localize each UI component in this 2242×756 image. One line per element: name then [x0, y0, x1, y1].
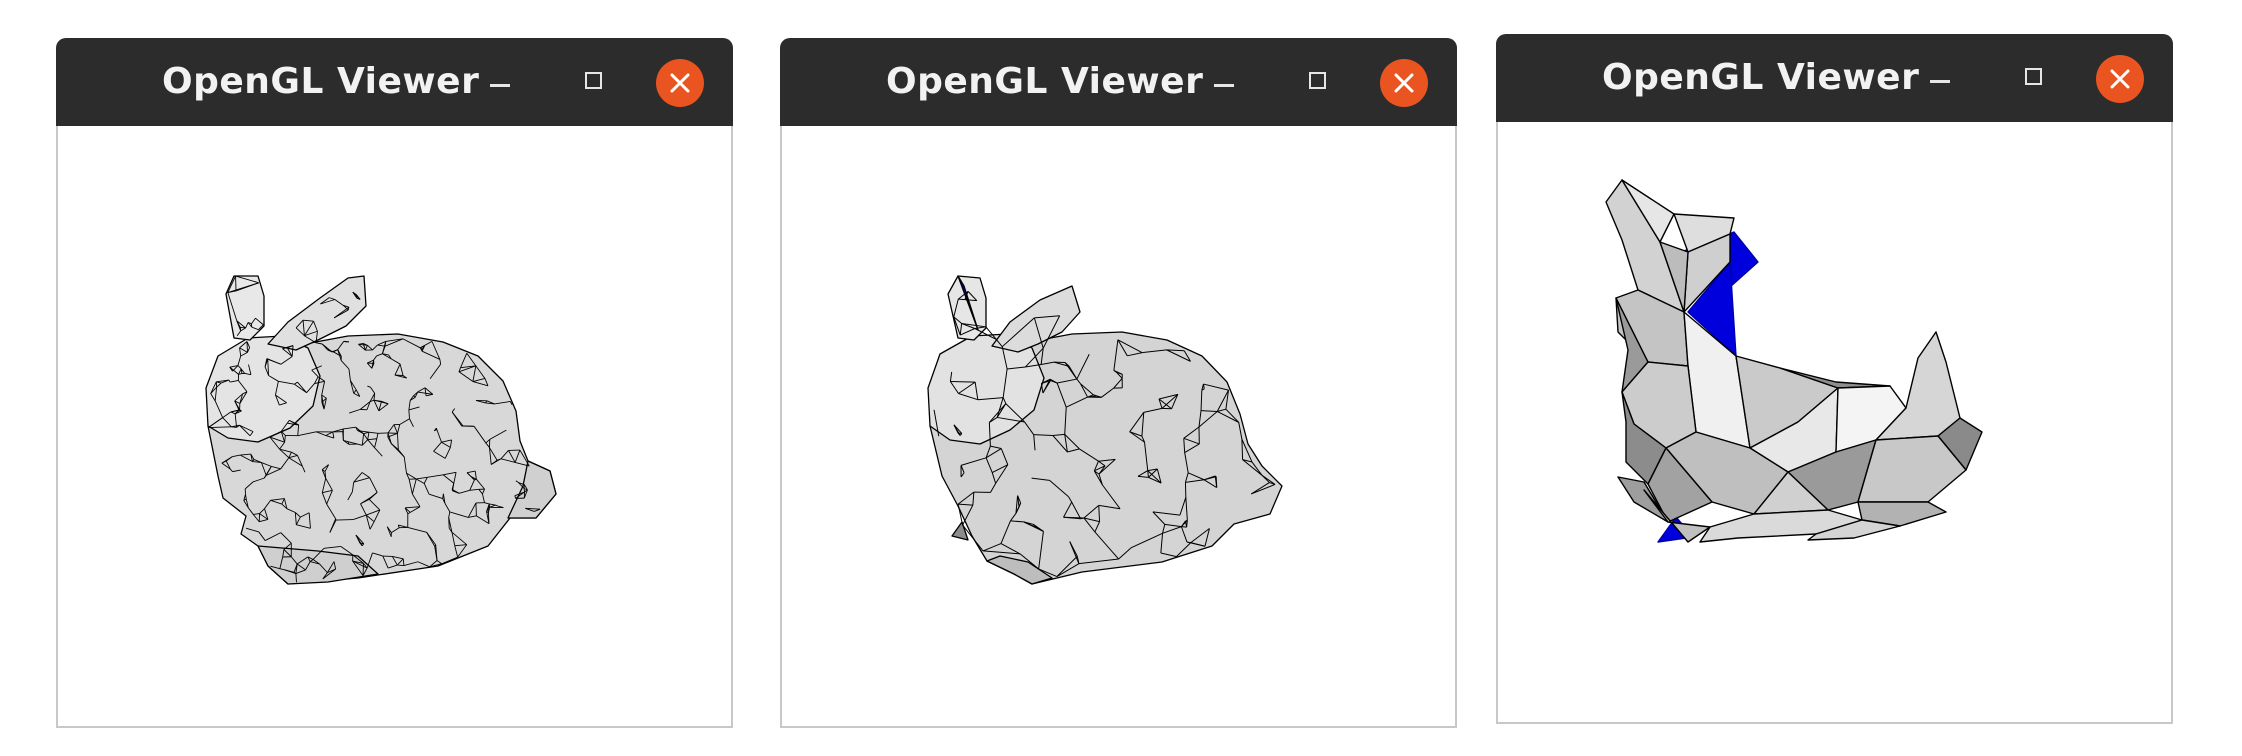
titlebar[interactable]: OpenGL Viewer: [780, 38, 1457, 126]
mesh-edge: [266, 358, 269, 360]
mesh-edge: [295, 573, 297, 583]
mesh-edge: [238, 409, 240, 411]
mesh-edge: [347, 307, 350, 311]
mesh-edge: [408, 409, 410, 419]
mesh-edge: [246, 341, 248, 353]
mesh-edge: [1241, 439, 1244, 460]
mesh-edge: [448, 517, 450, 529]
maximize-button[interactable]: [2003, 34, 2063, 122]
opengl-viewer-window-3: OpenGL Viewer: [1496, 34, 2173, 724]
mesh-edge: [359, 542, 364, 545]
maximize-button[interactable]: [563, 38, 623, 126]
render-viewport[interactable]: [1498, 122, 2171, 722]
window-title: OpenGL Viewer: [162, 61, 480, 102]
window-title: OpenGL Viewer: [886, 61, 1204, 102]
render-viewport[interactable]: [782, 126, 1455, 726]
mesh-edge: [336, 519, 354, 521]
mesh-edge: [1147, 470, 1149, 478]
mesh-edge: [950, 381, 976, 383]
minimize-button[interactable]: [1911, 34, 1971, 122]
render-viewport[interactable]: [58, 126, 731, 726]
minimize-icon: [1214, 84, 1234, 87]
minimize-button[interactable]: [471, 38, 531, 126]
minimize-icon: [490, 84, 510, 87]
close-icon: [656, 59, 704, 107]
close-button[interactable]: [2090, 34, 2150, 122]
titlebar[interactable]: OpenGL Viewer: [1496, 34, 2173, 122]
maximize-icon: [1309, 72, 1326, 89]
close-icon: [2096, 55, 2144, 103]
window-title: OpenGL Viewer: [1602, 57, 1920, 98]
mesh-edge: [957, 432, 962, 434]
close-button[interactable]: [1374, 38, 1434, 126]
maximize-button[interactable]: [1287, 38, 1347, 126]
minimize-button[interactable]: [1195, 38, 1255, 126]
close-icon: [1380, 59, 1428, 107]
mesh-edge: [1181, 526, 1187, 528]
maximize-icon: [2025, 68, 2042, 85]
bunny-mesh-high-detail: [205, 275, 557, 585]
opengl-viewer-window-2: OpenGL Viewer: [780, 38, 1457, 728]
bunny-mesh-low-detail: [1605, 179, 1983, 543]
opengl-viewer-window-1: OpenGL Viewer: [56, 38, 733, 728]
titlebar[interactable]: OpenGL Viewer: [56, 38, 733, 126]
maximize-icon: [585, 72, 602, 89]
close-button[interactable]: [650, 38, 710, 126]
bunny-mesh-medium-detail: [927, 275, 1283, 585]
minimize-icon: [1930, 80, 1950, 83]
